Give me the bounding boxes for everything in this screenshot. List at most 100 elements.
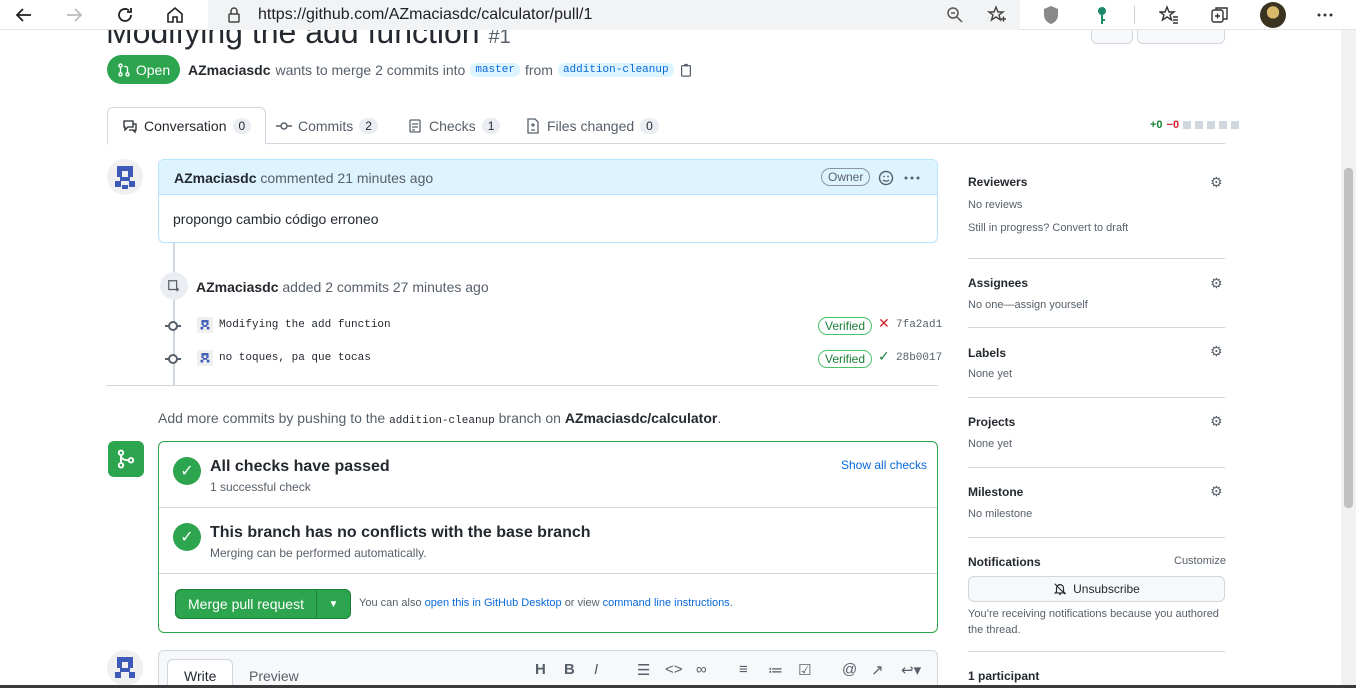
bold-icon[interactable]: B [564, 661, 575, 678]
github-desktop-link[interactable]: open this in GitHub Desktop [425, 597, 562, 609]
show-all-checks-link[interactable]: Show all checks [841, 458, 927, 472]
home-icon[interactable] [163, 3, 187, 27]
alt-middle: or view [564, 597, 600, 609]
x-icon[interactable]: ✕ [878, 315, 890, 332]
code-button[interactable] [1137, 30, 1225, 44]
gear-icon[interactable]: ⚙ [1210, 275, 1223, 292]
code-icon[interactable]: <> [665, 661, 683, 678]
merge-pull-request-button[interactable]: Merge pull request [176, 590, 317, 618]
status-badge: Open [107, 55, 180, 84]
zoom-icon[interactable] [943, 3, 967, 27]
favorite-add-icon[interactable] [985, 3, 1009, 27]
push-author[interactable]: AZmaciasdc [196, 279, 278, 295]
back-icon[interactable] [12, 3, 36, 27]
notification-note: the thread. [968, 624, 1021, 636]
commit-message[interactable]: Modifying the add function [219, 319, 391, 331]
author-link[interactable]: AZmaciasdc [188, 62, 270, 78]
customize-link[interactable]: Customize [1174, 555, 1226, 567]
avatar[interactable] [107, 159, 143, 195]
head-branch[interactable]: addition-cleanup [557, 63, 674, 77]
git-merge-icon [108, 441, 144, 477]
tab-checks[interactable]: Checks 1 [393, 107, 514, 144]
alt-suffix: . [729, 597, 733, 609]
gear-icon[interactable]: ⚙ [1210, 413, 1223, 430]
refresh-icon[interactable] [113, 3, 137, 27]
comment-time[interactable]: 21 minutes ago [337, 170, 433, 186]
edit-button[interactable] [1091, 30, 1133, 44]
commit-sha[interactable]: 7fa2ad1 [896, 319, 942, 331]
quote-icon[interactable]: ☰ [637, 661, 650, 679]
avatar[interactable] [197, 317, 213, 333]
sidebar-title: Reviewers [968, 175, 1028, 189]
base-branch[interactable]: master [470, 63, 520, 77]
tab-conversation[interactable]: Conversation 0 [107, 107, 267, 145]
heading-icon[interactable]: H [535, 661, 546, 678]
pull-request-icon [118, 62, 130, 77]
kebab-horizontal-icon[interactable] [903, 170, 921, 186]
status-label: Open [135, 61, 171, 78]
collections-icon[interactable] [1208, 3, 1232, 27]
smiley-icon[interactable] [878, 170, 894, 186]
unordered-list-icon[interactable]: ≡ [739, 661, 748, 678]
unsubscribe-button[interactable]: Unsubscribe [968, 576, 1225, 602]
gear-icon[interactable]: ⚙ [1210, 343, 1223, 360]
merge-alternatives: You can also open this in GitHub Desktop… [359, 597, 733, 609]
preview-tab[interactable]: Preview [233, 659, 315, 688]
lock-icon[interactable] [222, 3, 246, 27]
favorites-icon[interactable] [1157, 3, 1181, 27]
reply-icon[interactable]: ↩▾ [901, 661, 921, 679]
commit-message[interactable]: no toques, pa que tocas [219, 352, 371, 364]
convert-to-draft-link[interactable]: Still in progress? Convert to draft [968, 222, 1128, 234]
owner-badge: Owner [821, 168, 871, 186]
tab-files-changed[interactable]: Files changed 0 [511, 107, 673, 144]
verified-badge[interactable]: Verified [818, 350, 873, 368]
commit-sha[interactable]: 28b0017 [896, 352, 942, 364]
shield-extension-icon[interactable] [1039, 3, 1063, 27]
gear-icon[interactable]: ⚙ [1210, 483, 1223, 500]
more-icon[interactable] [1313, 3, 1337, 27]
merge-dropdown-button[interactable]: ▼ [317, 590, 350, 618]
tab-commits[interactable]: Commits 2 [262, 107, 392, 144]
tab-counter: 2 [359, 117, 378, 134]
address-bar[interactable]: https://github.com/AZmaciasdc/calculator… [208, 0, 1020, 30]
assign-yourself-link[interactable]: No one—assign yourself [968, 299, 1088, 311]
file-diff-icon [527, 117, 539, 134]
tab-counter: 0 [640, 117, 659, 134]
verified-badge[interactable]: Verified [818, 317, 873, 335]
sidebar-title: Notifications [968, 555, 1041, 569]
ordered-list-icon[interactable]: ≔ [768, 661, 783, 679]
hint-branch: addition-cleanup [389, 415, 495, 427]
checks-sub: 1 successful check [210, 480, 311, 494]
profile-avatar[interactable] [1260, 2, 1286, 28]
write-tab[interactable]: Write [167, 659, 234, 688]
mention-icon[interactable]: @ [842, 661, 857, 678]
scrollbar-thumb[interactable] [1344, 168, 1353, 508]
sidebar-title: Milestone [968, 485, 1024, 499]
tasklist-icon[interactable]: ☑ [798, 661, 811, 679]
copy-icon[interactable] [679, 63, 693, 77]
commit-icon [276, 121, 292, 130]
browser-toolbar: https://github.com/AZmaciasdc/calculator… [0, 0, 1356, 30]
pr-number: #1 [488, 30, 511, 48]
diffstat-block [1183, 121, 1192, 129]
forward-icon[interactable] [62, 3, 86, 27]
sidebar-participants: 1 participant [968, 652, 1225, 688]
page-scrollbar[interactable] [1341, 30, 1356, 688]
link-icon[interactable]: ∞ [696, 661, 707, 678]
key-extension-icon[interactable] [1090, 3, 1114, 27]
push-time[interactable]: 27 minutes ago [393, 279, 489, 295]
hint-repo[interactable]: AZmaciasdc/calculator [565, 410, 718, 426]
alt-prefix: You can also [359, 597, 422, 609]
gear-icon[interactable]: ⚙ [1210, 174, 1223, 191]
tab-label: Checks [429, 117, 476, 134]
tab-label: Commits [298, 117, 354, 134]
italic-icon[interactable]: I [594, 661, 598, 678]
check-icon[interactable]: ✓ [878, 348, 890, 365]
avatar[interactable] [107, 650, 143, 686]
cross-reference-icon[interactable]: ↗ [871, 661, 884, 679]
command-line-link[interactable]: command line instructions [603, 597, 730, 609]
conflicts-sub: Merging can be performed automatically. [210, 546, 427, 560]
comment-author[interactable]: AZmaciasdc [174, 170, 256, 186]
pr-tabs: Conversation 0 Commits 2 Checks 1 Files … [107, 107, 1225, 145]
avatar[interactable] [197, 350, 213, 366]
